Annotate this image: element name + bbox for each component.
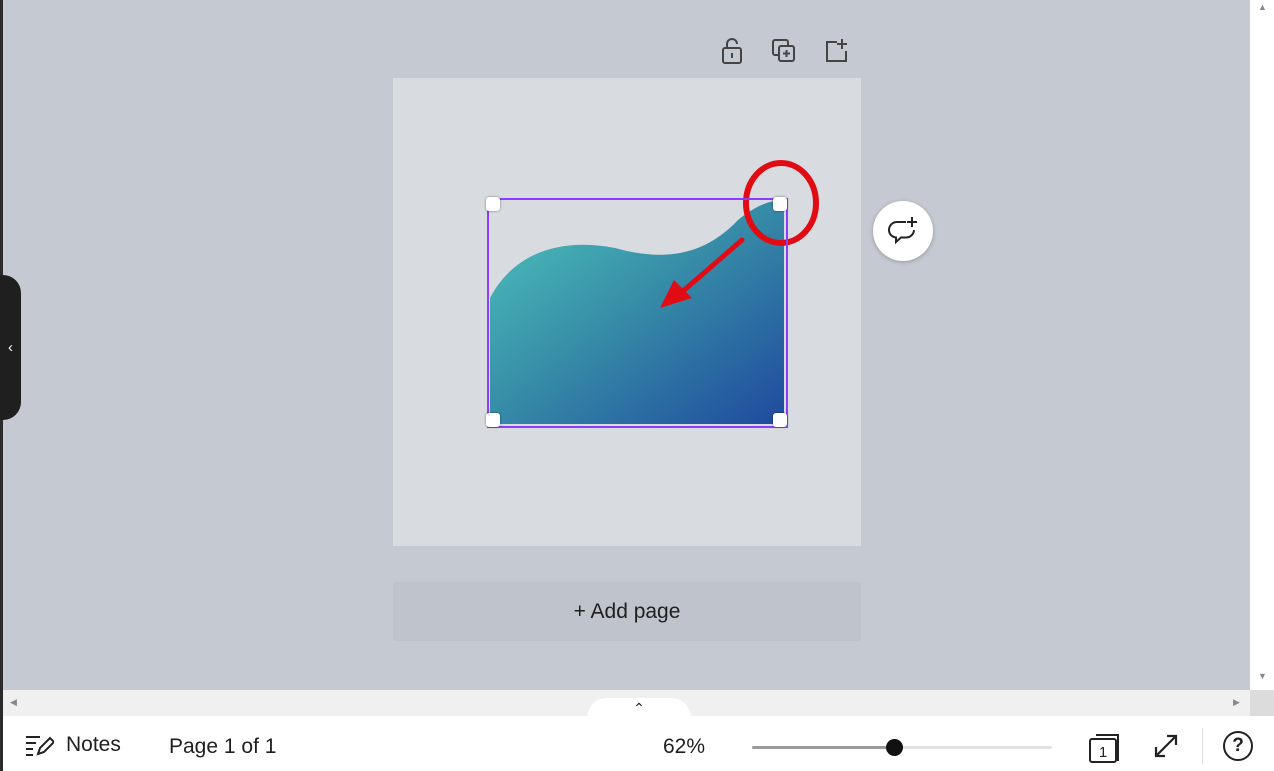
- resize-handle-bottom-right[interactable]: [773, 413, 787, 427]
- zoom-slider-fill: [752, 746, 894, 749]
- selection-frame[interactable]: [487, 198, 788, 428]
- page-count-badge: 1: [1099, 744, 1107, 761]
- help-button[interactable]: ?: [1223, 731, 1253, 761]
- resize-handle-bottom-left[interactable]: [486, 413, 500, 427]
- page-indicator: Page 1 of 1: [169, 735, 277, 758]
- add-comment-button[interactable]: [873, 201, 933, 261]
- fullscreen-icon[interactable]: [1152, 732, 1180, 765]
- notes-icon: [26, 736, 54, 756]
- zoom-slider-thumb[interactable]: [886, 739, 903, 756]
- scroll-right-icon[interactable]: ▶: [1233, 697, 1240, 708]
- divider: [1202, 728, 1203, 764]
- notes-button[interactable]: Notes: [24, 733, 121, 757]
- add-page-button[interactable]: + Add page: [393, 582, 861, 641]
- scroll-up-icon[interactable]: ▲: [1258, 2, 1267, 12]
- chevron-up-icon: ⌃: [633, 700, 645, 716]
- expand-pages-button[interactable]: ⌃: [587, 698, 691, 718]
- comment-icon: [887, 221, 915, 245]
- vertical-scrollbar[interactable]: ▲ ▼: [1250, 0, 1274, 690]
- grid-view-button[interactable]: 1: [1088, 730, 1124, 769]
- scroll-left-icon[interactable]: ◀: [10, 697, 17, 708]
- resize-handle-top-right[interactable]: [773, 197, 787, 211]
- zoom-percentage-button[interactable]: 62%: [663, 735, 705, 759]
- notes-label: Notes: [66, 733, 121, 756]
- scroll-down-icon[interactable]: ▼: [1258, 671, 1267, 681]
- resize-handle-top-left[interactable]: [486, 197, 500, 211]
- scrollbar-corner: [1250, 690, 1274, 716]
- zoom-slider[interactable]: [752, 739, 1052, 756]
